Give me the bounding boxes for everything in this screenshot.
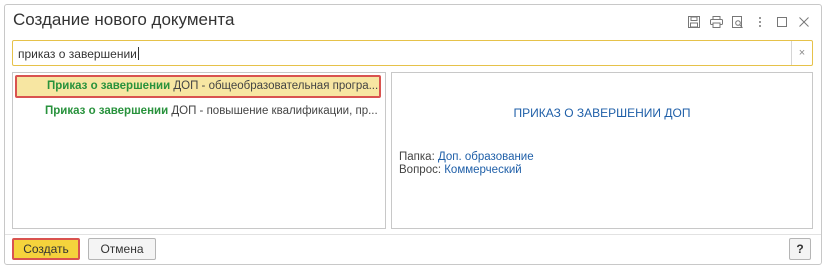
item-text: ДОП - общеобразовательная програ... <box>170 80 379 92</box>
clear-search-button[interactable]: × <box>791 41 812 65</box>
search-input[interactable]: приказ о завершении × <box>12 40 813 66</box>
more-icon[interactable] <box>749 13 771 31</box>
create-button[interactable]: Создать <box>12 238 80 260</box>
item-text: ДОП - повышение квалификации, пр... <box>168 105 378 117</box>
match-text: Приказ о завершении <box>45 105 169 117</box>
titlebar: Создание нового документа <box>5 5 821 37</box>
dialog-title: Создание нового документа <box>13 10 235 29</box>
maximize-icon[interactable] <box>771 13 793 31</box>
search-value[interactable]: приказ о завершении <box>18 47 139 61</box>
preview-title: ПРИКАЗ О ЗАВЕРШЕНИИ ДОП <box>513 106 691 120</box>
question-property: Вопрос: Коммерческий <box>399 164 522 176</box>
print-icon[interactable] <box>705 13 727 31</box>
preview-icon[interactable] <box>727 13 749 31</box>
preview-panel: ПРИКАЗ О ЗАВЕРШЕНИИ ДОП Папка: Доп. обра… <box>391 72 813 229</box>
folder-property: Папка: Доп. образование <box>399 151 534 163</box>
question-value[interactable]: Коммерческий <box>444 164 521 176</box>
match-text: Приказ о завершении <box>47 80 171 92</box>
results-list[interactable]: Приказ о завершении ДОП - общеобразовате… <box>12 72 386 229</box>
list-item[interactable]: Приказ о завершении ДОП - повышение квал… <box>15 101 381 124</box>
question-label: Вопрос: <box>399 164 442 176</box>
list-item[interactable]: Приказ о завершении ДОП - общеобразовате… <box>15 75 381 98</box>
save-icon[interactable] <box>683 13 705 31</box>
folder-label: Папка: <box>399 151 435 163</box>
footer-divider <box>5 234 821 235</box>
titlebar-actions <box>683 13 815 31</box>
cancel-button[interactable]: Отмена <box>88 238 156 260</box>
folder-value[interactable]: Доп. образование <box>438 151 534 163</box>
close-icon[interactable] <box>793 13 815 31</box>
help-button[interactable]: ? <box>789 238 811 260</box>
dialog-window: Создание нового документа приказ о завер… <box>4 4 822 265</box>
